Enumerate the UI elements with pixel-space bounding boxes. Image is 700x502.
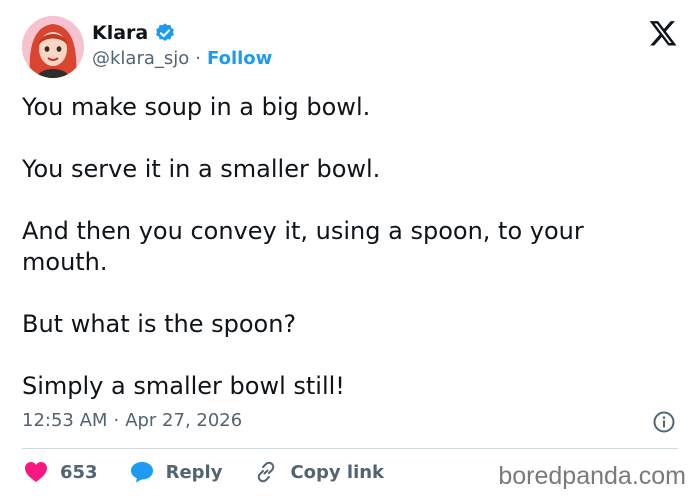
avatar-illustration: [22, 16, 84, 78]
tweet-actions: 653 Reply Copy link: [24, 460, 416, 484]
author-name-row: Klara: [92, 22, 176, 44]
verified-badge-icon: [156, 23, 175, 41]
tweet-text: You make soup in a big bowl. You serve i…: [22, 92, 662, 402]
author-handle-row: @klara_sjo · Follow: [92, 48, 272, 69]
heart-icon: [25, 462, 47, 482]
tweet-timestamp[interactable]: 12:53 AM · Apr 27, 2026: [22, 410, 242, 431]
like-button[interactable]: 653: [24, 461, 98, 483]
tweet-card: Klara @klara_sjo · Follow You make soup …: [0, 0, 700, 502]
tweet-date: Apr 27, 2026: [125, 410, 243, 431]
timestamp-separator: ·: [113, 410, 120, 431]
follow-button[interactable]: Follow: [207, 48, 272, 69]
author-name[interactable]: Klara: [92, 22, 148, 44]
divider: [22, 448, 678, 449]
tweet-paragraph: And then you convey it, using a spoon, t…: [22, 217, 584, 276]
watermark: boredpanda.com: [498, 462, 686, 490]
x-logo-icon[interactable]: [648, 18, 678, 48]
copy-link-button[interactable]: Copy link: [254, 460, 384, 484]
avatar[interactable]: [22, 16, 84, 78]
tweet-time: 12:53 AM: [22, 410, 108, 431]
tweet-paragraph: You make soup in a big bowl.: [22, 93, 371, 121]
info-icon[interactable]: [652, 410, 676, 434]
tweet-paragraph: You serve it in a smaller bowl.: [22, 155, 381, 183]
reply-button[interactable]: Reply: [130, 461, 223, 483]
tweet-paragraph: But what is the spoon?: [22, 310, 297, 338]
copy-link-label: Copy link: [290, 461, 385, 483]
tweet-paragraph: Simply a smaller bowl still!: [22, 372, 345, 400]
author-handle[interactable]: @klara_sjo: [92, 48, 189, 69]
reply-label: Reply: [165, 461, 223, 483]
link-icon: [258, 461, 275, 483]
like-count: 653: [60, 461, 98, 483]
handle-separator: ·: [195, 48, 202, 69]
speech-bubble-icon: [130, 462, 153, 483]
